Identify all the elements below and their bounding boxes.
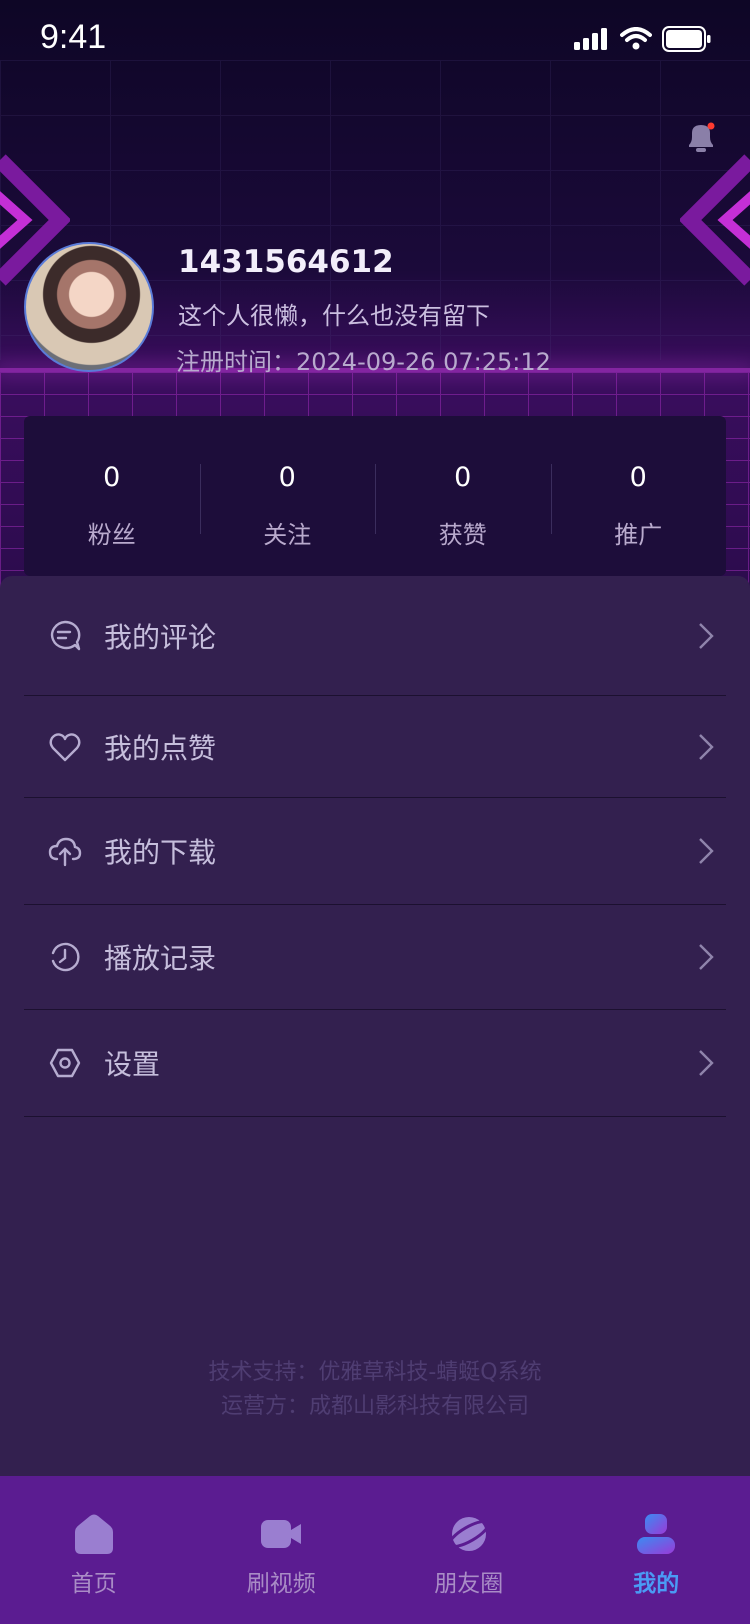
history-clock-icon [51,942,80,972]
cloud-upload-icon [48,837,82,867]
footer-tech-support: 技术支持：优雅草科技-蜻蜓Q系统 [208,1360,542,1385]
signal-icon [574,28,607,50]
stat-likes-received[interactable]: 0 获赞 [375,416,551,576]
heart-icon [49,732,81,761]
stat-label: 关注 [263,521,312,549]
planet-icon [447,1517,490,1551]
chevron-right-icon [699,622,714,649]
stat-label: 推广 [614,521,663,549]
home-icon [74,1514,113,1554]
comment-icon [50,620,81,650]
menu-panel: 我的评论 我的点赞 我的下载 播放记录 设置 技术支持：优雅草科技-蜻蜓Q系统 … [0,576,750,1476]
stats-panel: 0 粉丝 0 关注 0 获赞 0 推广 [24,416,726,576]
menu-item-label: 我的点赞 [104,731,217,765]
stat-value: 0 [103,462,121,493]
menu-item-play-history[interactable]: 播放记录 [24,905,726,1010]
menu-item-my-comments[interactable]: 我的评论 [24,576,726,696]
settings-hexagon-icon [49,1048,81,1078]
stat-value: 0 [454,462,472,493]
tab-label: 朋友圈 [434,1571,504,1597]
status-icons [574,26,712,52]
chevron-right-icon [699,1050,714,1076]
footer-operator: 运营方：成都山影科技有限公司 [220,1394,529,1419]
stat-following[interactable]: 0 关注 [199,416,376,576]
menu-item-label: 我的评论 [104,620,217,654]
stat-label: 获赞 [438,521,487,549]
stat-promotion[interactable]: 0 推广 [550,416,727,576]
stat-value: 0 [629,462,647,493]
status-time: 9:41 [40,18,107,56]
avatar[interactable] [24,242,154,372]
menu-item-label: 我的下载 [104,836,217,869]
tab-mine[interactable]: 我的 [563,1476,750,1624]
video-camera-icon [261,1520,302,1548]
user-icon [637,1514,676,1554]
menu-item-my-likes[interactable]: 我的点赞 [24,696,726,798]
user-bio: 这个人很懒，什么也没有留下 [178,302,490,330]
wifi-icon [620,27,652,50]
tab-videos[interactable]: 刷视频 [188,1476,376,1624]
chevron-right-icon [699,944,714,970]
battery-icon [662,26,711,52]
stat-label: 粉丝 [87,521,136,549]
tab-label: 刷视频 [246,1571,316,1597]
tab-label: 我的 [633,1571,680,1597]
stat-followers[interactable]: 0 粉丝 [24,416,200,576]
stat-value: 0 [278,462,296,493]
chevron-right-icon [699,733,714,760]
chevron-right-icon [699,838,714,864]
menu-item-label: 设置 [104,1048,161,1081]
bottom-tab-bar: 首页 刷视频 朋友圈 我的 [0,1476,750,1624]
user-id: 1431564612 [178,244,394,280]
right-chevron-decoration [680,154,750,286]
menu-item-settings[interactable]: 设置 [24,1010,726,1117]
tab-label: 首页 [70,1571,117,1597]
tab-home[interactable]: 首页 [0,1476,188,1624]
register-time: 注册时间：2024-09-26 07:25:12 [176,348,551,376]
tab-moments[interactable]: 朋友圈 [375,1476,563,1624]
notification-bell-icon[interactable] [684,120,718,156]
menu-item-my-downloads[interactable]: 我的下载 [24,798,726,905]
status-bar: 9:41 [0,0,750,80]
menu-item-label: 播放记录 [104,942,217,975]
